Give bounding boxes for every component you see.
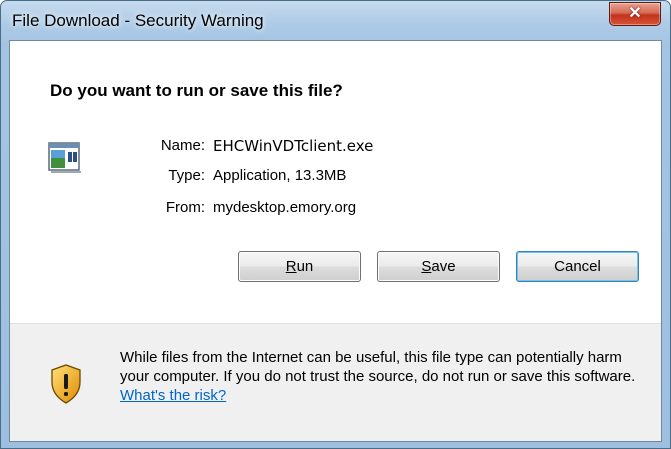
cancel-button[interactable]: Cancel xyxy=(516,251,639,282)
type-label: Type: xyxy=(168,167,205,184)
warning-message: While files from the Internet can be use… xyxy=(120,348,650,405)
from-label: From: xyxy=(165,199,205,216)
close-icon: ✕ xyxy=(628,5,642,22)
close-button[interactable]: ✕ xyxy=(609,2,661,26)
window-title: File Download - Security Warning xyxy=(12,11,264,30)
name-label: Name: xyxy=(160,137,205,154)
warning-pane: While files from the Internet can be use… xyxy=(10,324,661,441)
run-button[interactable]: Run xyxy=(238,251,361,282)
dialog-client-area: Do you want to run or save this file? Na… xyxy=(9,40,662,442)
warning-text: While files from the Internet can be use… xyxy=(120,349,636,385)
whats-the-risk-link[interactable]: What's the risk? xyxy=(120,387,226,404)
file-info-pane: Do you want to run or save this file? Na… xyxy=(10,41,661,323)
dialog-heading: Do you want to run or save this file? xyxy=(50,81,343,100)
run-label: un xyxy=(296,258,314,275)
save-accelerator: S xyxy=(421,258,432,275)
run-accelerator: R xyxy=(285,258,297,275)
save-label: ave xyxy=(431,258,456,275)
application-window-icon xyxy=(48,142,81,173)
file-source-value: mydesktop.emory.org xyxy=(213,199,357,216)
file-type-value: Application, 13.3MB xyxy=(213,167,347,184)
file-name-value: EHCWinVDTclient.exe xyxy=(213,137,374,155)
save-button[interactable]: Save xyxy=(377,251,500,282)
title-bar[interactable]: File Download - Security Warning ✕ xyxy=(1,1,670,41)
security-warning-window: File Download - Security Warning ✕ Do yo… xyxy=(0,0,671,449)
security-shield-icon xyxy=(51,364,81,404)
